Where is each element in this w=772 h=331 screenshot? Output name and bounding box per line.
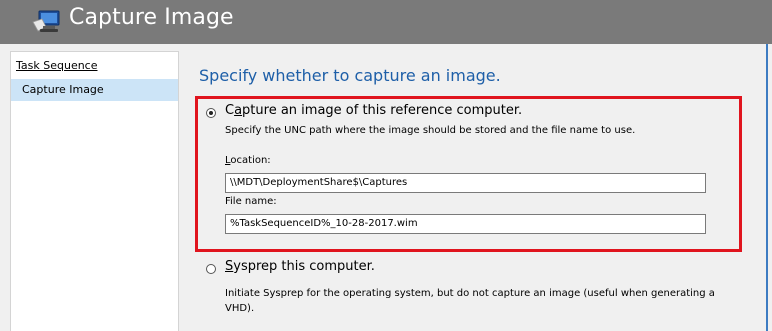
capture-image-description: Specify the UNC path where the image sho… — [225, 125, 636, 136]
capture-image-radio[interactable] — [206, 108, 216, 118]
wizard-sidebar: Task Sequence Capture Image — [10, 51, 179, 331]
sysprep-description: Initiate Sysprep for the operating syste… — [225, 288, 715, 314]
label-rest: ocation: — [230, 155, 271, 166]
capture-image-option-label[interactable]: Capture an image of this reference compu… — [225, 103, 522, 118]
main-panel: Specify whether to capture an image. Cap… — [179, 44, 766, 331]
sidebar-item-capture-image[interactable]: Capture Image — [11, 79, 178, 101]
accelerator-key: a — [234, 103, 243, 118]
sysprep-radio[interactable] — [206, 264, 216, 274]
file-name-input[interactable]: %TaskSequenceID%_10-28-2017.wim — [225, 214, 706, 234]
computer-wizard-icon — [32, 10, 60, 32]
window-title: Capture Image — [69, 5, 234, 30]
label-prefix: C — [225, 103, 235, 118]
file-name-label: File name: — [225, 196, 277, 207]
window-edge — [766, 44, 768, 331]
location-input[interactable]: \\MDT\DeploymentShare$\Captures — [225, 173, 706, 193]
page-heading: Specify whether to capture an image. — [199, 66, 501, 85]
sidebar-item-task-sequence[interactable]: Task Sequence — [16, 59, 98, 72]
location-label: Location: — [225, 155, 271, 166]
label-rest: pture an image of this reference compute… — [242, 103, 523, 118]
label-rest: ysprep this computer. — [233, 259, 375, 274]
title-bar: Capture Image — [0, 0, 772, 44]
sysprep-option-label[interactable]: Sysprep this computer. — [225, 259, 375, 274]
